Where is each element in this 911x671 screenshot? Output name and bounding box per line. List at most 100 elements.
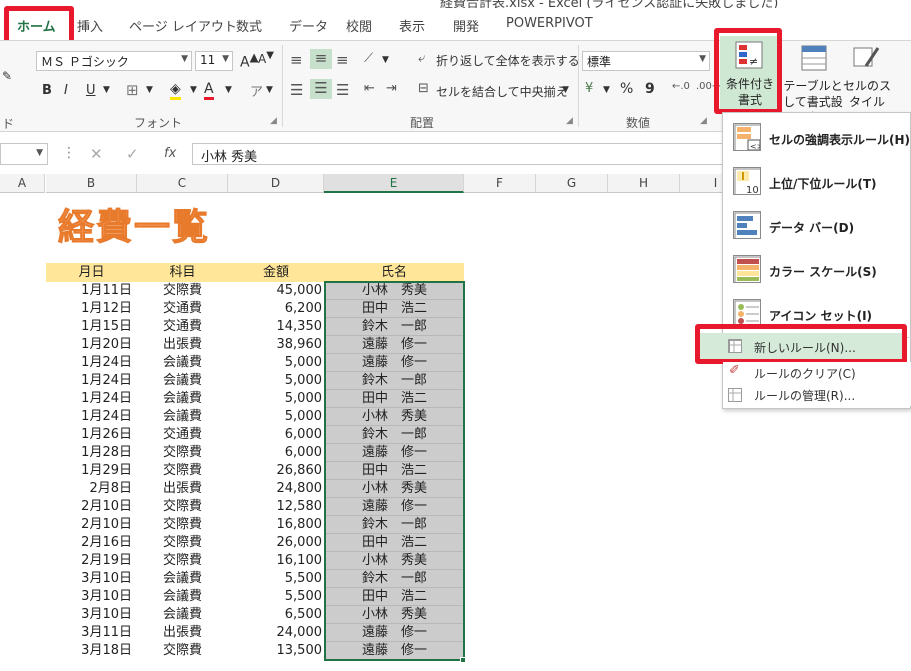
cell-category[interactable]: 交際費 [137,462,228,480]
cell-date[interactable]: 3月11日 [46,624,132,642]
header-name[interactable]: 氏名 [324,263,464,282]
dialog-launcher-icon[interactable]: ◢ [700,116,707,126]
cell-amount[interactable]: 6,000 [228,426,322,444]
formula-input[interactable]: 小林 秀美 [192,143,732,165]
grow-font-icon[interactable]: A▲ [240,50,259,71]
cell-category[interactable]: 会議費 [137,570,228,588]
cell-date[interactable]: 1月24日 [46,390,132,408]
cell-amount[interactable]: 5,500 [228,570,322,588]
cell-date[interactable]: 1月26日 [46,426,132,444]
header-amount[interactable]: 金額 [228,263,324,282]
cell-amount[interactable]: 5,000 [228,372,322,390]
orientation-icon[interactable]: ⟋ [364,51,373,66]
chevron-down-icon[interactable]: ▼ [190,85,197,95]
format-painter-icon[interactable]: ✎ [2,69,12,83]
font-color-icon[interactable]: A [204,81,214,100]
cell-amount[interactable]: 12,580 [228,498,323,516]
column-header-c[interactable]: C [137,174,228,193]
cell-category[interactable]: 会議費 [137,588,228,606]
number-format-combo[interactable]: 標準 ▼ [582,51,710,71]
cell-amount[interactable]: 16,100 [228,552,323,570]
cell-amount[interactable]: 16,800 [228,516,323,534]
cell-category[interactable]: 交際費 [137,552,228,570]
cell-category[interactable]: 出張費 [137,624,228,642]
cell-category[interactable]: 交際費 [137,444,228,462]
chevron-down-icon[interactable]: ▼ [225,85,232,95]
align-top-icon[interactable]: ≡ [290,51,303,69]
cell-category[interactable]: 会議費 [137,606,228,624]
align-right-icon[interactable]: ☰ [336,81,349,99]
dialog-launcher-icon[interactable]: ◢ [566,116,573,126]
chevron-down-icon[interactable]: ▼ [562,85,569,95]
merge-center-button[interactable]: セルを結合して中央揃え [436,83,568,100]
tab-powerpivot[interactable]: POWERPIVOT [506,16,593,31]
align-center-icon[interactable]: ☰ [310,79,332,99]
cell-date[interactable]: 1月24日 [46,354,132,372]
cell-category[interactable]: 会議費 [137,354,228,372]
cell-amount[interactable]: 6,500 [228,606,322,624]
cell-category[interactable]: 交際費 [137,498,228,516]
column-header-h[interactable]: H [608,174,680,193]
cell-category[interactable]: 交際費 [137,642,228,660]
cell-amount[interactable]: 38,960 [228,336,323,354]
cell-category[interactable]: 出張費 [137,336,228,354]
chevron-down-icon[interactable]: ▼ [266,85,273,95]
cell-amount[interactable]: 6,000 [228,444,322,462]
wrap-text-button[interactable]: 折り返して全体を表示する [436,52,580,69]
chevron-down-icon[interactable]: ▼ [603,85,610,95]
chevron-down-icon[interactable]: ▼ [103,85,110,95]
dialog-launcher-icon[interactable]: ◢ [270,116,277,126]
menu-item-color-scales[interactable]: カラー スケール(S) [723,249,911,289]
cell-category[interactable]: 交際費 [137,534,228,552]
shrink-font-icon[interactable]: A▼ [258,50,274,66]
cell-category[interactable]: 会議費 [137,408,228,426]
column-header-e[interactable]: E [324,174,464,193]
cell-date[interactable]: 2月10日 [46,516,132,534]
align-middle-icon[interactable]: ≡ [310,49,332,69]
fill-color-icon[interactable]: ◈ [170,81,181,100]
currency-icon[interactable]: ¥ [585,81,593,96]
border-icon[interactable]: ⊞ [126,81,139,99]
header-category[interactable]: 科目 [137,263,228,282]
tab-developer[interactable]: 開発 [453,16,479,35]
cancel-icon[interactable]: ✕ [90,145,103,163]
menu-item-top-bottom[interactable]: 10 上位/下位ルール(T) [723,161,911,201]
cell-styles-button[interactable]: セルのスタイル [842,44,892,112]
cell-category[interactable]: 交通費 [137,300,228,318]
font-size-combo[interactable]: 11 ▼ [195,51,233,71]
fill-handle[interactable] [460,657,466,663]
tab-view[interactable]: 表示 [399,16,425,35]
confirm-icon[interactable]: ✓ [126,145,139,163]
tab-review[interactable]: 校閲 [346,16,372,35]
decrease-indent-icon[interactable]: ⇤ [364,81,375,96]
cell-date[interactable]: 3月10日 [46,570,132,588]
cell-category[interactable]: 出張費 [137,480,228,498]
menu-item-manage-rules[interactable]: ルールの管理(R)... [723,384,911,406]
cell-date[interactable]: 2月10日 [46,498,132,516]
cell-date[interactable]: 1月11日 [46,282,132,300]
menu-item-highlight-rules[interactable]: <> セルの強調表示ルール(H) [723,117,911,157]
comma-button[interactable]: 9 [645,81,655,97]
italic-icon[interactable]: I [64,83,68,98]
cell-date[interactable]: 3月10日 [46,606,132,624]
cell-amount[interactable]: 6,200 [228,300,322,318]
tab-page-layout[interactable]: ページ レイアウト [129,16,237,35]
name-box[interactable]: ▼ [0,143,48,165]
tab-insert[interactable]: 挿入 [77,16,103,35]
cell-date[interactable]: 2月8日 [46,480,132,498]
cell-date[interactable]: 1月24日 [46,408,132,426]
tab-formulas[interactable]: 数式 [236,16,262,35]
cell-category[interactable]: 交通費 [137,426,228,444]
cell-date[interactable]: 1月28日 [46,444,132,462]
font-name-combo[interactable]: ＭＳ Ｐゴシック ▼ [36,51,192,71]
column-header-d[interactable]: D [228,174,324,193]
wrap-text-icon[interactable]: ⤶ [418,51,425,66]
cell-date[interactable]: 1月20日 [46,336,132,354]
cell-amount[interactable]: 26,000 [228,534,323,552]
cell-amount[interactable]: 5,000 [228,354,322,372]
format-as-table-button[interactable]: テーブルとして書式設定 [782,44,844,125]
cell-amount[interactable]: 13,500 [228,642,323,660]
cell-date[interactable]: 3月18日 [46,642,132,660]
column-header-f[interactable]: F [464,174,536,193]
underline-icon[interactable]: U [86,83,96,98]
